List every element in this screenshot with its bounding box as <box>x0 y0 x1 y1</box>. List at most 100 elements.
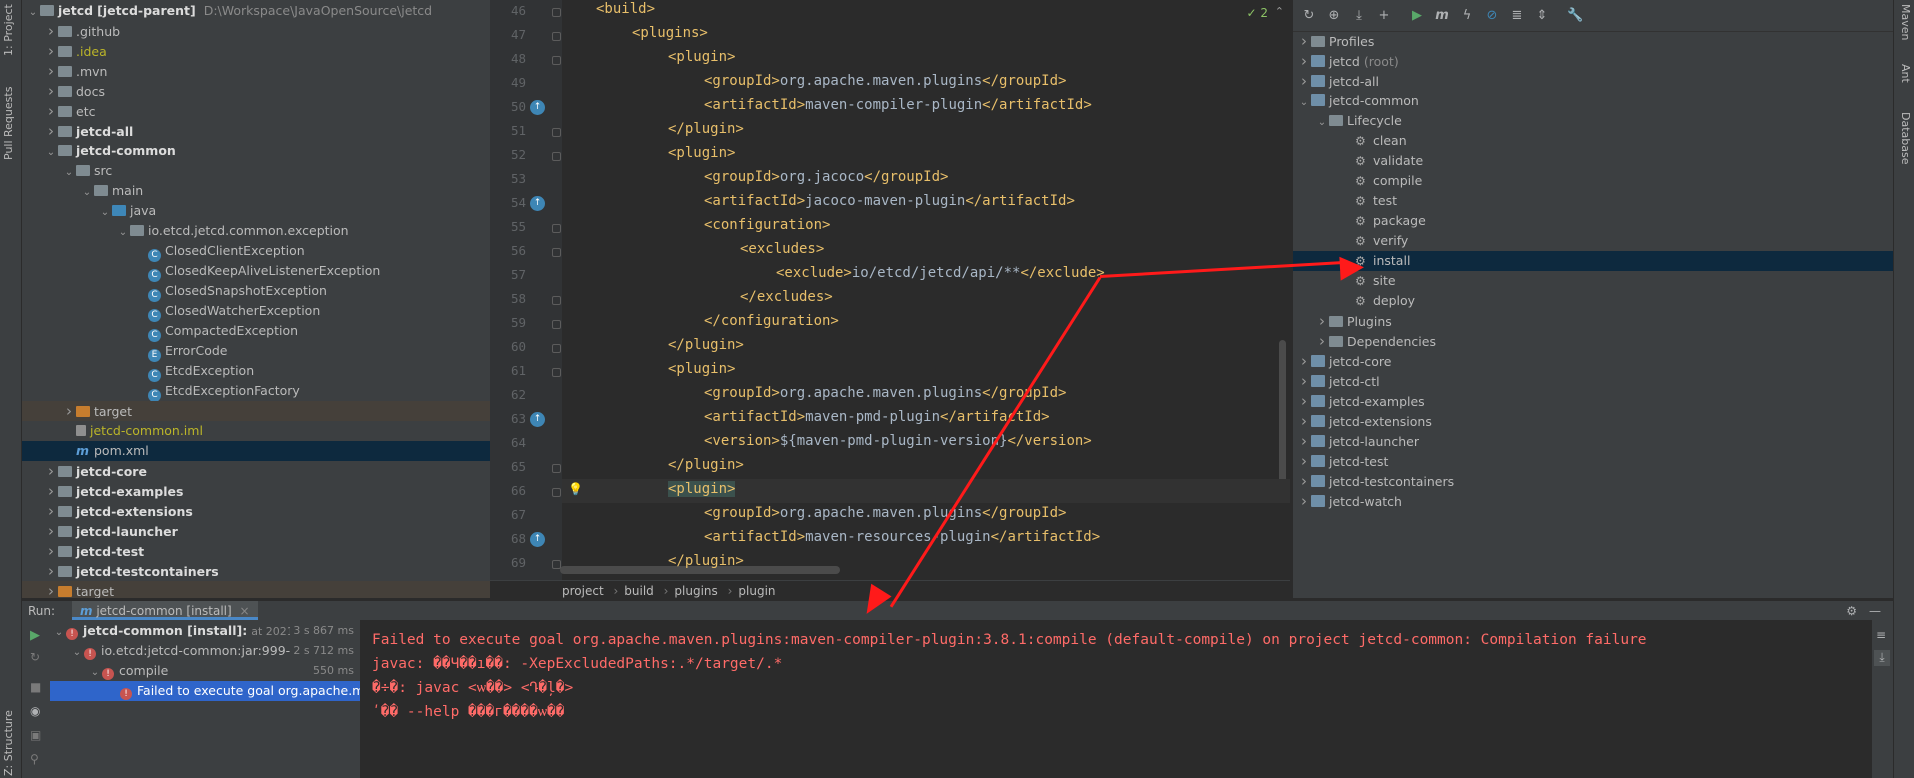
project-tree-item[interactable]: ⌄ main <box>22 181 490 201</box>
code-line[interactable]: <artifactId>maven-pmd-plugin</artifactId… <box>596 409 1050 425</box>
maven-tree-item[interactable]: ⚙ compile <box>1293 171 1893 191</box>
inspection-nav-icons[interactable]: ⌃ <box>1275 5 1284 18</box>
chevron-right-icon[interactable]: › <box>44 581 58 598</box>
fold-marker[interactable] <box>552 224 561 233</box>
rerun-failed-icon[interactable]: ↻ <box>30 650 40 664</box>
override-gutter-icon[interactable]: ↑ <box>530 412 545 427</box>
soft-wrap-icon[interactable]: ≡ <box>1876 628 1886 642</box>
project-tree-item[interactable]: C CompactedException <box>22 321 490 342</box>
code-line[interactable]: <plugin> <box>596 361 735 377</box>
project-tree-item[interactable]: › jetcd-test <box>22 541 490 561</box>
chevron-down-icon[interactable]: ⌄ <box>88 663 102 683</box>
chevron-down-icon[interactable]: ⌄ <box>62 163 76 183</box>
breadcrumb-item[interactable]: build <box>624 584 654 598</box>
ant-tool-tab[interactable]: Ant <box>1899 64 1912 94</box>
chevron-right-icon[interactable]: › <box>1315 331 1329 351</box>
maven-tree-item[interactable]: ⚙ verify <box>1293 231 1893 251</box>
project-tree-item[interactable]: ⌄ jetcd-common <box>22 141 490 161</box>
fold-marker[interactable] <box>552 32 561 41</box>
database-tool-tab[interactable]: Database <box>1899 112 1912 178</box>
project-tree-item[interactable]: jetcd-common.iml <box>22 421 490 441</box>
run-tree-item[interactable]: ⌄! jetcd-common [install]: at 2021/1 3 s 86… <box>50 621 360 641</box>
maven-tree-item[interactable]: › jetcd-ctl <box>1293 371 1893 391</box>
project-tree-item[interactable]: ⌄ java <box>22 201 490 221</box>
fold-marker[interactable] <box>552 56 561 65</box>
breadcrumb-item[interactable]: project <box>562 584 604 598</box>
chevron-right-icon[interactable]: › <box>1315 311 1329 331</box>
project-tree-item[interactable]: › jetcd-extensions <box>22 501 490 521</box>
chevron-right-icon[interactable]: › <box>44 461 58 481</box>
chevron-right-icon[interactable]: › <box>44 121 58 141</box>
project-tree-item[interactable]: ⌄ jetcd [jetcd-parent] D:\Workspace\JavaOpe… <box>22 1 490 21</box>
chevron-right-icon[interactable]: › <box>44 81 58 101</box>
code-line[interactable]: <build> <box>596 1 655 17</box>
chevron-right-icon[interactable]: › <box>44 61 58 81</box>
project-tool-tab[interactable]: 1: Project <box>2 4 15 56</box>
code-line[interactable]: <plugin> <box>596 49 735 65</box>
code-line[interactable]: </configuration> <box>596 313 839 329</box>
chevron-right-icon[interactable]: › <box>1297 471 1311 491</box>
maven-tree-item[interactable]: › jetcd-extensions <box>1293 411 1893 431</box>
project-tree-item[interactable]: C EtcdException <box>22 361 490 382</box>
fold-marker[interactable] <box>552 152 561 161</box>
chevron-down-icon[interactable]: ⌄ <box>80 183 94 203</box>
code-line[interactable]: </plugin> <box>596 121 744 137</box>
chevron-right-icon[interactable]: › <box>1297 411 1311 431</box>
project-tree-item[interactable]: E ErrorCode <box>22 341 490 362</box>
chevron-right-icon[interactable]: › <box>1297 431 1311 451</box>
code-line[interactable]: <artifactId>maven-resources-plugin</arti… <box>596 529 1100 545</box>
pull-requests-tool-tab[interactable]: Pull Requests <box>2 70 15 160</box>
close-icon[interactable]: × <box>240 604 250 618</box>
structure-tool-tab[interactable]: Z: Structure <box>2 700 15 776</box>
chevron-right-icon[interactable]: › <box>44 521 58 541</box>
project-tree-item[interactable]: › jetcd-all <box>22 121 490 141</box>
code-line[interactable]: <groupId>org.apache.maven.plugins</group… <box>596 505 1066 521</box>
chevron-right-icon[interactable]: › <box>44 101 58 121</box>
project-tree-item[interactable]: › jetcd-examples <box>22 481 490 501</box>
chevron-right-icon[interactable]: › <box>1297 391 1311 411</box>
scroll-to-end-icon[interactable]: ⤓ <box>1874 650 1890 666</box>
maven-tree-item[interactable]: › jetcd-watch <box>1293 491 1893 511</box>
code-line[interactable]: <groupId>org.jacoco</groupId> <box>596 169 948 185</box>
run-tree-item[interactable]: ! Failed to execute goal org.apache.m <box>50 681 360 701</box>
refresh-icon[interactable]: ↻ <box>1301 8 1317 24</box>
maven-tree-item[interactable]: ⚙ deploy <box>1293 291 1893 311</box>
minimize-icon[interactable]: — <box>1869 601 1881 621</box>
code-line[interactable]: <excludes> <box>596 241 824 257</box>
chevron-down-icon[interactable]: ⌄ <box>52 623 66 643</box>
settings-wrench-icon[interactable]: 🔧 <box>1567 8 1583 24</box>
project-tree-item[interactable]: › .mvn <box>22 61 490 81</box>
code-line[interactable]: </excludes> <box>596 289 833 305</box>
maven-tree-item[interactable]: › Profiles <box>1293 31 1893 51</box>
fold-marker[interactable] <box>552 296 561 305</box>
project-tree-item[interactable]: › docs <box>22 81 490 101</box>
code-line[interactable]: <plugins> <box>596 25 708 41</box>
eye-icon[interactable]: ◉ <box>30 704 40 718</box>
chevron-down-icon[interactable]: ⌄ <box>70 643 84 663</box>
fold-marker[interactable] <box>552 560 561 569</box>
maven-tree-item[interactable]: › jetcd-launcher <box>1293 431 1893 451</box>
skip-tests-icon[interactable]: ⊘ <box>1484 8 1500 24</box>
chevron-right-icon[interactable]: › <box>44 501 58 521</box>
chevron-down-icon[interactable]: ⌄ <box>98 203 112 223</box>
project-tree-item[interactable]: › target <box>22 401 490 421</box>
project-tree-item[interactable]: › jetcd-launcher <box>22 521 490 541</box>
camera-icon[interactable]: ▣ <box>30 728 41 742</box>
collapse-all-icon[interactable]: ⇕ <box>1534 8 1550 24</box>
maven-tree-item[interactable]: › jetcd (root) <box>1293 51 1893 71</box>
chevron-right-icon[interactable]: › <box>1297 351 1311 371</box>
fold-marker[interactable] <box>552 488 561 497</box>
inspection-widget[interactable]: ✓ 2 <box>1246 6 1268 20</box>
code-line[interactable]: </plugin> <box>596 553 744 569</box>
maven-tree-item[interactable]: ⌄ jetcd-common <box>1293 91 1893 111</box>
project-tree-item[interactable]: › jetcd-core <box>22 461 490 481</box>
code-line[interactable]: <groupId>org.apache.maven.plugins</group… <box>596 385 1066 401</box>
maven-tree-item[interactable]: ⚙ test <box>1293 191 1893 211</box>
chevron-down-icon[interactable]: ⌄ <box>26 3 40 23</box>
fold-marker[interactable] <box>552 368 561 377</box>
chevron-down-icon[interactable]: ⌄ <box>1315 113 1329 133</box>
fold-marker[interactable] <box>552 320 561 329</box>
chevron-right-icon[interactable]: › <box>1297 71 1311 91</box>
fold-marker[interactable] <box>552 248 561 257</box>
project-tree-item[interactable]: ⌄ io.etcd.jetcd.common.exception <box>22 221 490 241</box>
